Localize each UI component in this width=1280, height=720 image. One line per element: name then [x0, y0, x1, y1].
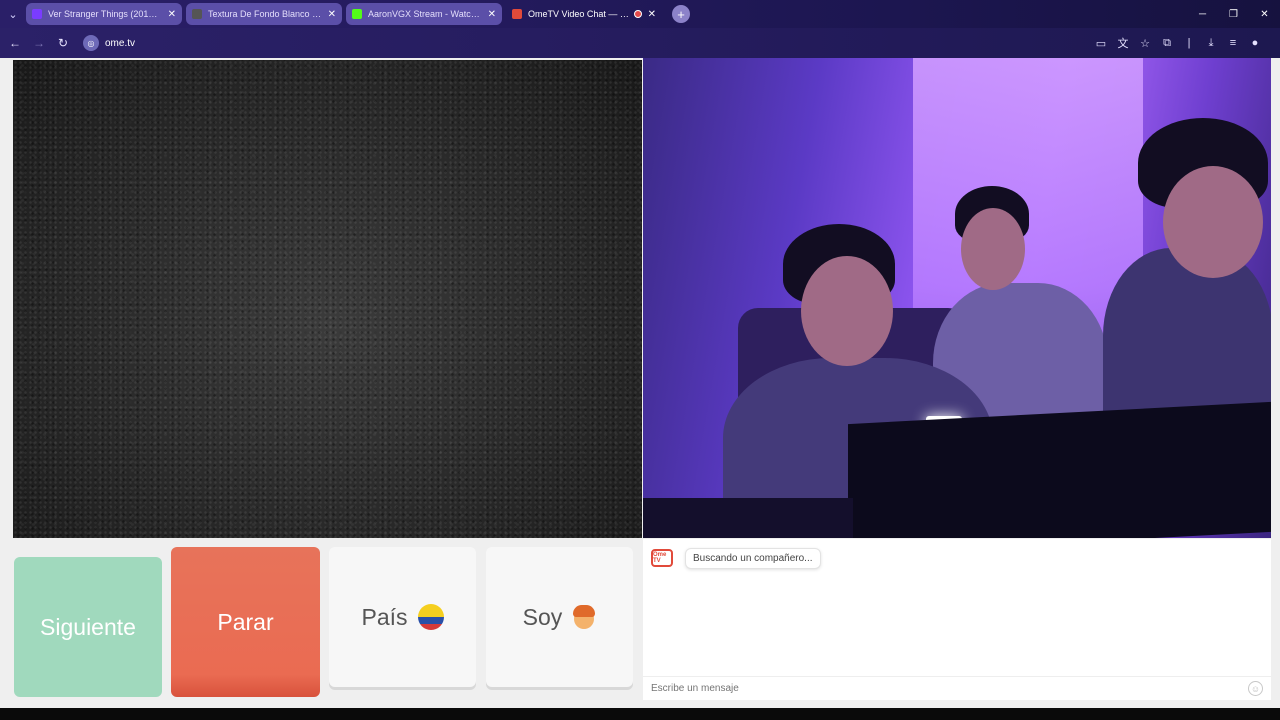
own-camera-video [643, 58, 1271, 538]
partner-video-static [13, 60, 642, 538]
separator-icon: | [1187, 37, 1191, 49]
browser-toolbar: ← → ↻ ◎ ome.tv ▭ 文 ☆ ⧉ | ⤓ ≡ ● [0, 28, 1280, 58]
extensions-icon[interactable]: ⧉ [1156, 37, 1178, 50]
taskbar-edge [0, 708, 1280, 720]
reading-list-icon[interactable]: ≡ [1222, 37, 1244, 49]
tab-ometv[interactable]: OmeTV Video Chat — Ome ✕ [506, 3, 662, 25]
emoji-picker-icon[interactable]: ☺ [1248, 681, 1263, 696]
tab-title: Textura De Fondo Blanco Stock [208, 9, 322, 19]
tab-title: Ver Stranger Things (2016) Onl [48, 9, 162, 19]
country-button-label: País [361, 603, 408, 630]
tab-title: AaronVGX Stream - Watch Live [368, 9, 482, 19]
ometv-page: Siguiente Parar País Soy Ome TV Buscando… [0, 58, 1280, 708]
image-favicon-icon [192, 9, 202, 19]
ometv-logo-text: Ome TV [653, 552, 667, 564]
window-controls: ─ ❐ ✕ [1187, 0, 1280, 28]
kick-favicon-icon [352, 9, 362, 19]
next-button-label: Siguiente [40, 613, 136, 640]
close-tab-icon[interactable]: ✕ [168, 9, 176, 20]
translate-icon[interactable]: 文 [1112, 35, 1134, 51]
stop-button[interactable]: Parar [171, 547, 320, 697]
status-message: Buscando un compañero... [685, 548, 821, 569]
message-input-bar: ☺ [643, 676, 1271, 700]
reload-icon[interactable]: ↻ [51, 28, 75, 58]
profile-icon[interactable]: ● [1244, 37, 1266, 49]
bookmark-star-icon[interactable]: ☆ [1134, 37, 1156, 50]
download-icon[interactable]: ⤓ [1200, 37, 1222, 50]
gender-button-label: Soy [522, 603, 563, 630]
person-left-head [801, 256, 893, 366]
cast-icon[interactable]: ▭ [1090, 37, 1112, 50]
site-info-icon[interactable]: ◎ [83, 35, 99, 51]
forward-icon[interactable]: → [27, 28, 51, 58]
person-middle-head [961, 208, 1025, 290]
chat-panel: Ome TV Buscando un compañero... ☺ [643, 539, 1271, 700]
next-button[interactable]: Siguiente [14, 557, 162, 697]
desk-edge [643, 498, 853, 538]
colombia-flag-icon [417, 604, 444, 630]
boy-emoji-icon [572, 604, 596, 630]
tab-search-chevron-icon[interactable]: ⌄ [0, 0, 26, 28]
close-tab-icon[interactable]: ✕ [488, 9, 496, 20]
recording-indicator-icon [633, 10, 642, 18]
message-input[interactable] [651, 683, 1241, 694]
ometv-logo-icon: Ome TV [651, 549, 673, 567]
stop-button-label: Parar [217, 608, 274, 635]
address-bar[interactable]: ◎ ome.tv [83, 35, 135, 51]
close-tab-icon[interactable]: ✕ [328, 9, 336, 20]
tab-strip: ⌄ Ver Stranger Things (2016) Onl ✕ Textu… [0, 0, 1280, 28]
country-button[interactable]: País [329, 547, 476, 687]
url-text: ome.tv [105, 37, 136, 49]
tab-title: OmeTV Video Chat — Ome [528, 9, 630, 19]
back-icon[interactable]: ← [3, 28, 27, 58]
new-tab-button[interactable]: + [672, 5, 690, 23]
tab-stranger-things[interactable]: Ver Stranger Things (2016) Onl ✕ [26, 3, 182, 25]
static-noise [13, 60, 642, 538]
tab-kick-stream[interactable]: AaronVGX Stream - Watch Live ✕ [346, 3, 502, 25]
person-right-head [1163, 166, 1263, 278]
close-window-icon[interactable]: ✕ [1249, 0, 1280, 28]
tab-textura[interactable]: Textura De Fondo Blanco Stock ✕ [186, 3, 342, 25]
play-favicon-icon [32, 9, 42, 19]
restore-icon[interactable]: ❐ [1218, 0, 1249, 28]
monitor [848, 401, 1271, 538]
gender-button[interactable]: Soy [486, 547, 633, 687]
close-tab-icon[interactable]: ✕ [648, 9, 656, 20]
toolbar-icons: ▭ 文 ☆ ⧉ | ⤓ ≡ ● [1090, 28, 1266, 58]
ometv-favicon-icon [512, 9, 522, 19]
minimize-icon[interactable]: ─ [1187, 0, 1218, 28]
